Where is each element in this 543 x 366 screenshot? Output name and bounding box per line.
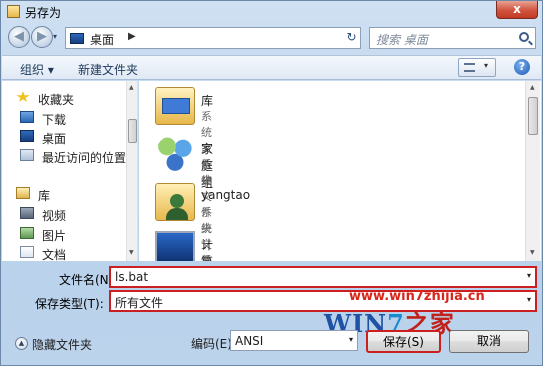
item-type: 系统文件夹 (201, 254, 212, 261)
navigation-pane: 收藏夹 下载 桌面 最近访问的位置 库 视频 图片 文档 ▲ ▼ (2, 81, 138, 261)
filename-input[interactable]: ls.bat (115, 270, 148, 284)
help-icon[interactable]: ? (514, 59, 530, 75)
scroll-up-icon[interactable]: ▲ (530, 84, 535, 91)
search-box[interactable]: 搜索 桌面 (369, 27, 536, 49)
cancel-button[interactable]: 取消 (449, 330, 529, 353)
recent-places-icon (20, 149, 34, 161)
chevron-up-icon: ▲ (15, 337, 28, 350)
encoding-value[interactable]: ANSI (235, 334, 263, 348)
refresh-icon[interactable]: ↻ (342, 27, 361, 47)
sidebar-item-label: 桌面 (42, 132, 67, 146)
item-name: 库 (201, 94, 214, 108)
filename-field[interactable]: ls.bat ▾ (109, 266, 537, 288)
file-type-label: 保存类型(T): (35, 297, 104, 311)
item-name: yangtao (201, 188, 251, 202)
sidebar-item-label: 最近访问的位置 (42, 151, 127, 165)
scroll-down-icon[interactable]: ▼ (530, 249, 535, 256)
sidebar-scrollbar[interactable]: ▲ ▼ (126, 81, 137, 261)
save-button[interactable]: 保存(S) (366, 330, 441, 353)
scroll-down-icon[interactable]: ▼ (129, 249, 134, 256)
chevron-down-icon[interactable]: ▾ (527, 295, 531, 304)
dialog-title: 另存为 (25, 6, 62, 20)
library-folder-icon (155, 87, 195, 125)
computer-icon (155, 231, 195, 261)
search-icon[interactable] (519, 32, 529, 42)
sidebar-item-label: 库 (38, 189, 51, 203)
file-type-value[interactable]: 所有文件 (115, 294, 163, 311)
documents-icon (20, 246, 34, 258)
favorites-star-icon (16, 91, 30, 102)
search-input[interactable]: 搜索 桌面 (376, 31, 428, 48)
notepad-icon (7, 5, 20, 18)
chevron-down-icon[interactable]: ▾ (527, 271, 531, 280)
chevron-down-icon[interactable]: ▾ (349, 335, 353, 344)
organize-menu[interactable]: 组织 ▾ (20, 61, 54, 78)
view-dropdown-icon[interactable]: ▾ (484, 61, 488, 70)
sidebar-item-label: 图片 (42, 229, 67, 243)
scroll-up-icon[interactable]: ▲ (129, 84, 134, 91)
sidebar-item-label: 视频 (42, 209, 67, 223)
sidebar-item-label: 下载 (42, 113, 67, 127)
file-list: 库 系统文件夹 家庭组 系统文件夹 yangtao 系统文件夹 计算机 系统文件… (139, 81, 541, 261)
libraries-icon (16, 187, 30, 199)
encoding-select[interactable]: ANSI ▾ (230, 330, 358, 351)
command-toolbar: 组织 ▾ 新建文件夹 ▾ ? (2, 55, 541, 80)
new-folder-button[interactable]: 新建文件夹 (78, 61, 138, 78)
scroll-thumb[interactable] (128, 119, 137, 143)
homegroup-icon (155, 135, 195, 173)
close-button[interactable]: x (496, 1, 538, 19)
breadcrumb-chevron-icon[interactable]: ▶ (128, 31, 136, 42)
file-list-scrollbar[interactable]: ▲ ▼ (525, 81, 540, 261)
desktop-icon (20, 130, 34, 142)
downloads-icon (20, 111, 34, 123)
scroll-thumb[interactable] (528, 97, 538, 135)
back-button[interactable]: ◀ (8, 26, 30, 48)
title-bar: 另存为 x (1, 1, 542, 23)
forward-button[interactable]: ▶ (31, 26, 53, 48)
address-location[interactable]: 桌面 (90, 31, 114, 48)
desktop-icon (70, 33, 84, 44)
hide-folders-label: 隐藏文件夹 (32, 338, 93, 352)
save-as-dialog: 另存为 x ◀ ▶ ▾ 桌面 ▶ ▾ ↻ 搜索 桌面 组织 ▾ 新建文件夹 ▾ … (0, 0, 543, 366)
sidebar-item-label: 收藏夹 (38, 93, 75, 107)
videos-icon (20, 207, 34, 219)
watermark-url: www.win7zhijia.cn (349, 289, 485, 304)
view-list-icon (464, 63, 475, 72)
pictures-icon (20, 227, 34, 239)
user-folder-icon (155, 183, 195, 221)
address-bar[interactable]: 桌面 ▶ ▾ (65, 27, 397, 49)
view-options-button[interactable]: ▾ (458, 58, 496, 77)
history-dropdown-icon[interactable]: ▾ (53, 32, 63, 42)
navigation-bar: ◀ ▶ ▾ 桌面 ▶ ▾ ↻ 搜索 桌面 (1, 23, 542, 53)
sidebar-item-label: 文档 (42, 248, 67, 261)
